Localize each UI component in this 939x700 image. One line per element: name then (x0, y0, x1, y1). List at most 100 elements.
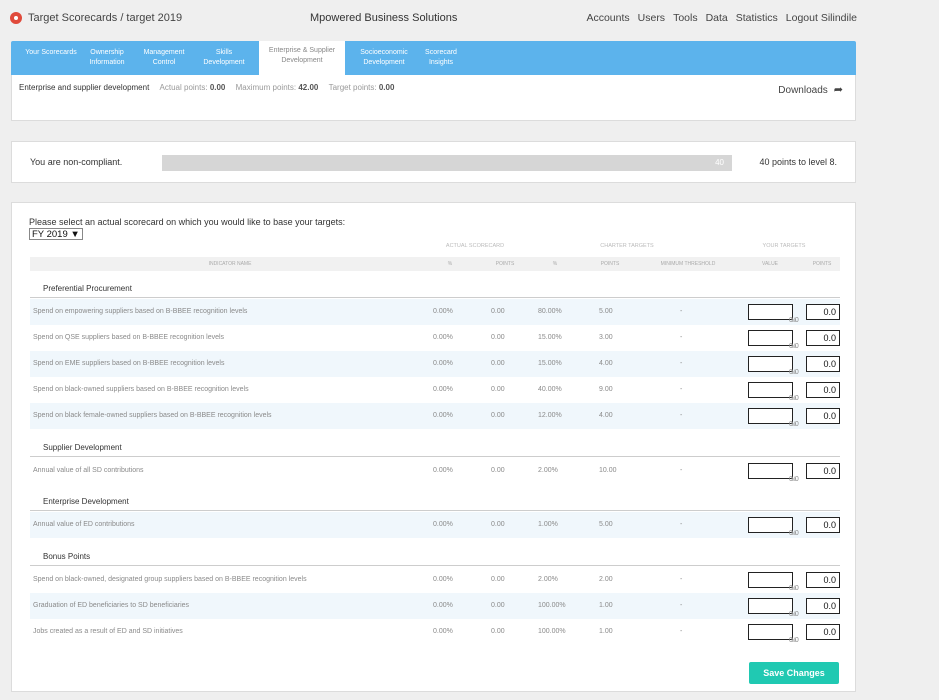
target-value-input[interactable]: 0.0% (748, 572, 799, 592)
tab-scorecard-insights[interactable]: Scorecard Insights (415, 41, 467, 75)
company-name: Mpowered Business Solutions (310, 12, 458, 24)
actual-points-label: Actual points: (159, 83, 208, 92)
target-value-input[interactable]: 0.0% (748, 463, 799, 483)
downloads-button[interactable]: Downloads ➦ (778, 83, 843, 96)
tab-management-control[interactable]: Management Control (138, 41, 190, 75)
table-row: Spend on QSE suppliers based on B-BBEE r… (30, 325, 840, 351)
actual-pct: 0.00% (433, 576, 453, 583)
table-column-headers: INDICATOR NAME % POINTS % POINTS MINIMUM… (30, 257, 840, 271)
table-row: Spend on black-owned, designated group s… (30, 567, 840, 593)
save-changes-button[interactable]: Save Changes (749, 662, 839, 684)
charter-pct: 40.00% (538, 386, 562, 393)
target-value-input[interactable]: 0.0% (748, 304, 799, 324)
table-row: Jobs created as a result of ED and SD in… (30, 619, 840, 645)
target-points-input[interactable]: 0.0 (806, 598, 840, 614)
target-points-input[interactable]: 0.0 (806, 517, 840, 533)
target-points-input[interactable]: 0.0 (806, 408, 840, 424)
target-value-input[interactable]: 0.0% (748, 356, 799, 376)
col-value: VALUE (761, 261, 779, 267)
target-value-input[interactable]: 0.0% (748, 624, 799, 644)
charter-points: 2.00 (599, 576, 613, 583)
points-summary: Enterprise and supplier development Actu… (11, 75, 856, 121)
target-value-input[interactable]: 0.0% (748, 408, 799, 428)
tab-enterprise-supplier-development[interactable]: Enterprise & Supplier Development (259, 41, 345, 75)
compliance-progress-bar: 40 (162, 155, 732, 171)
minimum-threshold: - (680, 628, 683, 635)
col-minimum-threshold: MINIMUM THRESHOLD (660, 261, 716, 267)
nav-data[interactable]: Data (706, 12, 728, 24)
nav-tools[interactable]: Tools (673, 12, 698, 24)
scorecard-tabs: Your Scorecards Ownership Information Ma… (11, 41, 856, 75)
tab-socioeconomic-development[interactable]: Socioeconomic Development (351, 41, 417, 75)
indicator-name: Graduation of ED beneficiaries to SD ben… (33, 602, 190, 609)
section-bonus-points: Bonus Points (30, 550, 840, 566)
charter-points: 3.00 (599, 334, 613, 341)
actual-points: 0.00 (491, 412, 505, 419)
actual-pct: 0.00% (433, 602, 453, 609)
points-title: Enterprise and supplier development (19, 83, 150, 92)
actual-points: 0.00 (491, 360, 505, 367)
nav-users[interactable]: Users (638, 12, 665, 24)
charter-pct: 2.00% (538, 467, 558, 474)
target-points-label: Target points: (328, 83, 377, 92)
top-bar: Target Scorecards / target 2019 Mpowered… (0, 0, 939, 38)
indicator-name: Annual value of all SD contributions (33, 467, 144, 474)
minimum-threshold: - (680, 412, 683, 419)
target-value-input[interactable]: 0.0% (748, 517, 799, 537)
target-points-input[interactable]: 0.0 (806, 304, 840, 320)
actual-pct: 0.00% (433, 628, 453, 635)
nav-logout[interactable]: Logout Silindile (786, 12, 857, 24)
actual-points: 0.00 (491, 521, 505, 528)
location-pin-icon (10, 12, 22, 24)
level-status: 40 points to level 8. (759, 157, 837, 167)
target-points-input[interactable]: 0.0 (806, 624, 840, 640)
share-arrow-icon: ➦ (833, 84, 843, 96)
minimum-threshold: - (680, 576, 683, 583)
minimum-threshold: - (680, 360, 683, 367)
target-points-input[interactable]: 0.0 (806, 572, 840, 588)
tab-your-scorecards[interactable]: Your Scorecards (25, 41, 77, 75)
target-points-input[interactable]: 0.0 (806, 330, 840, 346)
target-points-input[interactable]: 0.0 (806, 356, 840, 372)
indicator-name: Jobs created as a result of ED and SD in… (33, 628, 183, 635)
charter-points: 5.00 (599, 308, 613, 315)
compliance-message: You are non-compliant. (30, 157, 123, 167)
target-value-input[interactable]: 0.0% (748, 598, 799, 618)
charter-pct: 100.00% (538, 628, 566, 635)
charter-points: 4.00 (599, 360, 613, 367)
targets-panel: Please select an actual scorecard on whi… (11, 202, 856, 692)
minimum-threshold: - (680, 386, 683, 393)
charter-pct: 80.00% (538, 308, 562, 315)
actual-points-value: 0.00 (209, 83, 226, 92)
max-points-label: Maximum points: (235, 83, 297, 92)
target-value-input[interactable]: 0.0% (748, 330, 799, 350)
tab-ownership-information[interactable]: Ownership Information (81, 41, 133, 75)
downloads-label: Downloads (778, 85, 828, 96)
target-points-input[interactable]: 0.0 (806, 382, 840, 398)
actual-pct: 0.00% (433, 521, 453, 528)
table-row: Spend on black-owned suppliers based on … (30, 377, 840, 403)
col-actual-points: POINTS (495, 261, 515, 267)
section-title: Bonus Points (43, 552, 91, 561)
charter-pct: 2.00% (538, 576, 558, 583)
target-value-input[interactable]: 0.0% (748, 382, 799, 402)
col-charter-points: POINTS (600, 261, 620, 267)
compliance-panel: You are non-compliant. 40 40 points to l… (11, 141, 856, 183)
minimum-threshold: - (680, 467, 683, 474)
actual-pct: 0.00% (433, 308, 453, 315)
nav-statistics[interactable]: Statistics (736, 12, 778, 24)
section-preferential-procurement: Preferential Procurement (30, 282, 840, 298)
indicator-name: Annual value of ED contributions (33, 521, 135, 528)
section-title: Preferential Procurement (43, 284, 132, 293)
nav-accounts[interactable]: Accounts (586, 12, 629, 24)
breadcrumb[interactable]: Target Scorecards / target 2019 (28, 12, 182, 24)
actual-points: 0.00 (491, 308, 505, 315)
tab-skills-development[interactable]: Skills Development (198, 41, 250, 75)
indicator-name: Spend on black-owned, designated group s… (33, 576, 307, 583)
compliance-progress-value: 40 (715, 158, 724, 167)
top-navigation: Accounts Users Tools Data Statistics Log… (586, 12, 857, 24)
minimum-threshold: - (680, 521, 683, 528)
target-points-input[interactable]: 0.0 (806, 463, 840, 479)
charter-targets-group-header: CHARTER TARGETS (600, 243, 654, 249)
financial-year-select[interactable]: FY 2019 ▼ (29, 228, 83, 240)
